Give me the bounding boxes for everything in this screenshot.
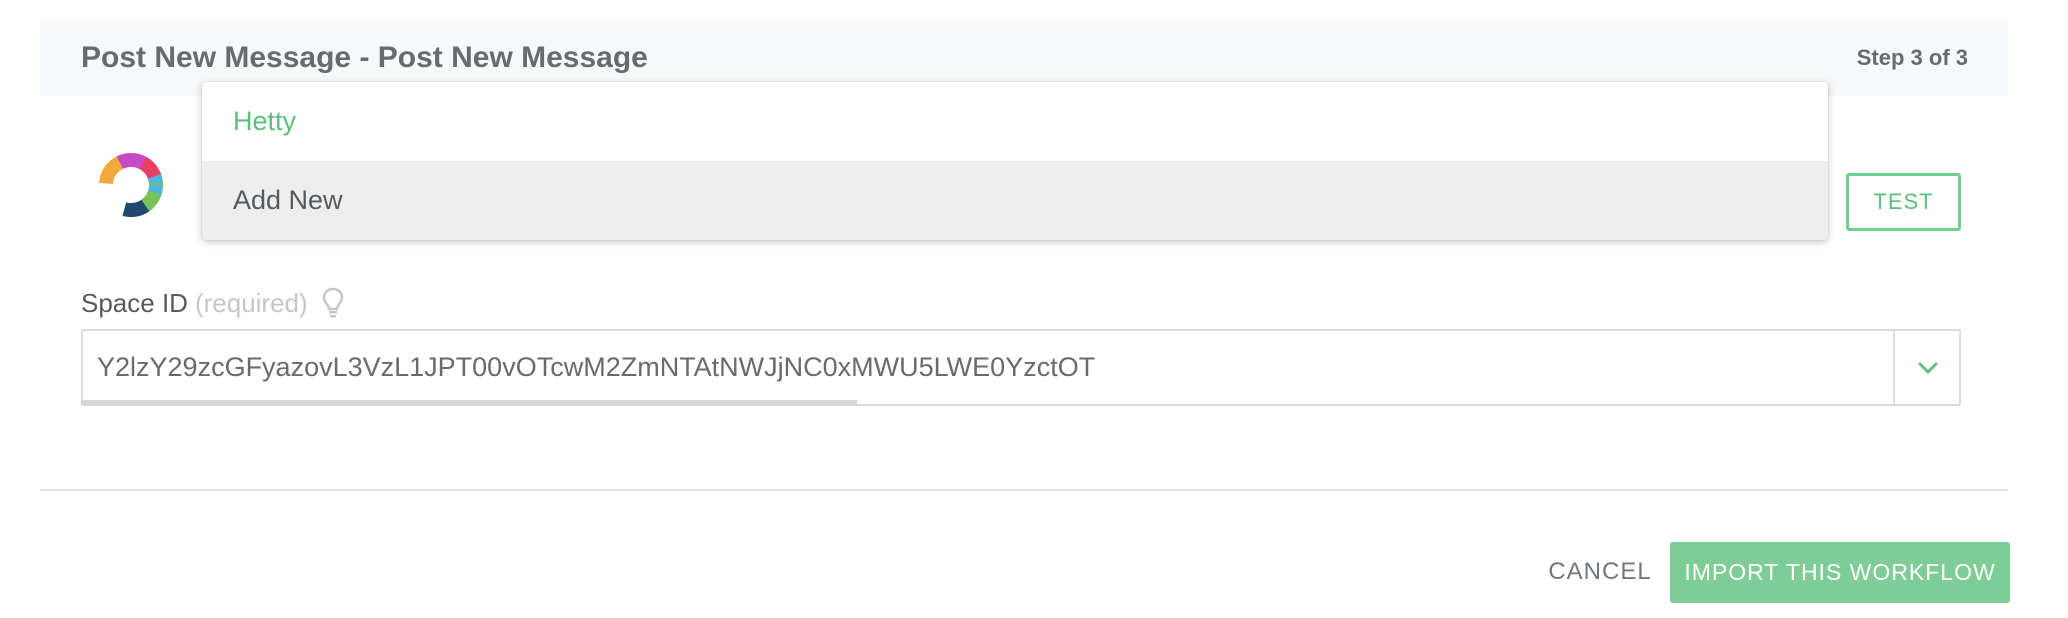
page-title: Post New Message - Post New Message bbox=[81, 41, 648, 74]
step-indicator: Step 3 of 3 bbox=[1856, 45, 1968, 70]
space-id-label: Space ID (required) bbox=[81, 286, 344, 320]
import-workflow-button[interactable]: IMPORT THIS WORKFLOW bbox=[1670, 542, 2010, 603]
required-indicator: (required) bbox=[194, 288, 308, 318]
account-dropdown-menu: Hetty Add New bbox=[202, 82, 1828, 240]
space-id-value[interactable]: Y2lzY29zcGFyazovL3VzL1JPT00vOTcwM2ZmNTAt… bbox=[97, 331, 1177, 404]
cancel-button[interactable]: CANCEL bbox=[1540, 542, 1660, 602]
space-id-label-text: Space ID bbox=[81, 288, 188, 318]
space-id-select[interactable]: Y2lzY29zcGFyazovL3VzL1JPT00vOTcwM2ZmNTAt… bbox=[81, 329, 1961, 406]
add-new-account-option[interactable]: Add New bbox=[202, 161, 1828, 240]
loading-progress-bar bbox=[81, 400, 857, 405]
webex-teams-logo-icon bbox=[94, 148, 168, 222]
footer-divider bbox=[40, 489, 2008, 491]
chevron-down-icon[interactable] bbox=[1895, 331, 1961, 404]
test-button[interactable]: TEST bbox=[1846, 173, 1961, 231]
lightbulb-icon[interactable] bbox=[322, 287, 344, 319]
account-option-hetty[interactable]: Hetty bbox=[202, 82, 1828, 161]
